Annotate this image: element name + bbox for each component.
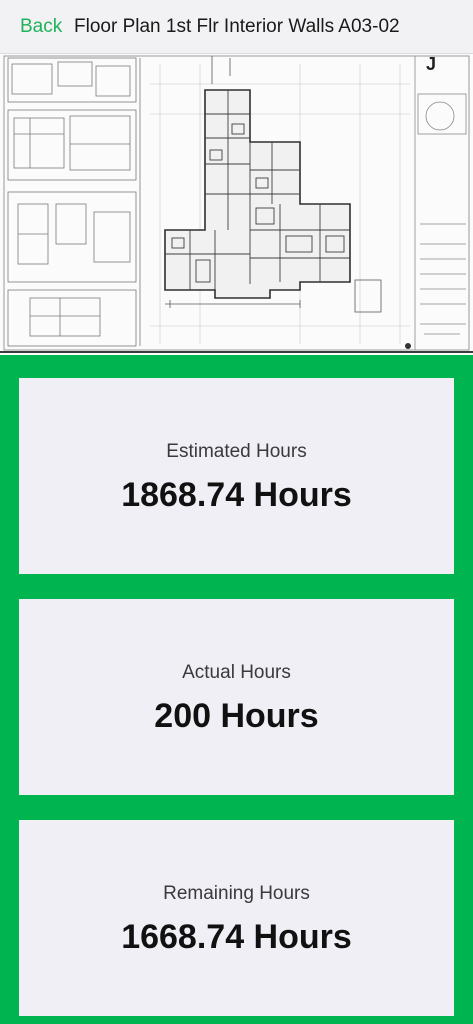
estimated-hours-value: 1868.74 Hours (121, 476, 352, 514)
app-screen: Back Floor Plan 1st Flr Interior Walls A… (0, 0, 473, 1024)
remaining-hours-value: 1668.74 Hours (121, 918, 352, 956)
remaining-hours-card: Remaining Hours 1668.74 Hours (19, 820, 454, 1016)
hours-summary-panel: Estimated Hours 1868.74 Hours Actual Hou… (0, 355, 473, 1024)
back-button[interactable]: Back (20, 14, 62, 40)
estimated-hours-card: Estimated Hours 1868.74 Hours (19, 378, 454, 574)
floor-plan-drawing[interactable]: J (0, 54, 473, 353)
page-title: Floor Plan 1st Flr Interior Walls A03-02 (74, 16, 400, 37)
drawing-logo: J (426, 54, 436, 74)
remaining-hours-label: Remaining Hours (163, 883, 310, 904)
actual-hours-value: 200 Hours (154, 697, 319, 735)
floor-plan-image: J (0, 54, 473, 351)
actual-hours-label: Actual Hours (182, 662, 291, 683)
actual-hours-card: Actual Hours 200 Hours (19, 599, 454, 795)
estimated-hours-label: Estimated Hours (166, 441, 307, 462)
navigation-bar: Back Floor Plan 1st Flr Interior Walls A… (0, 0, 473, 54)
